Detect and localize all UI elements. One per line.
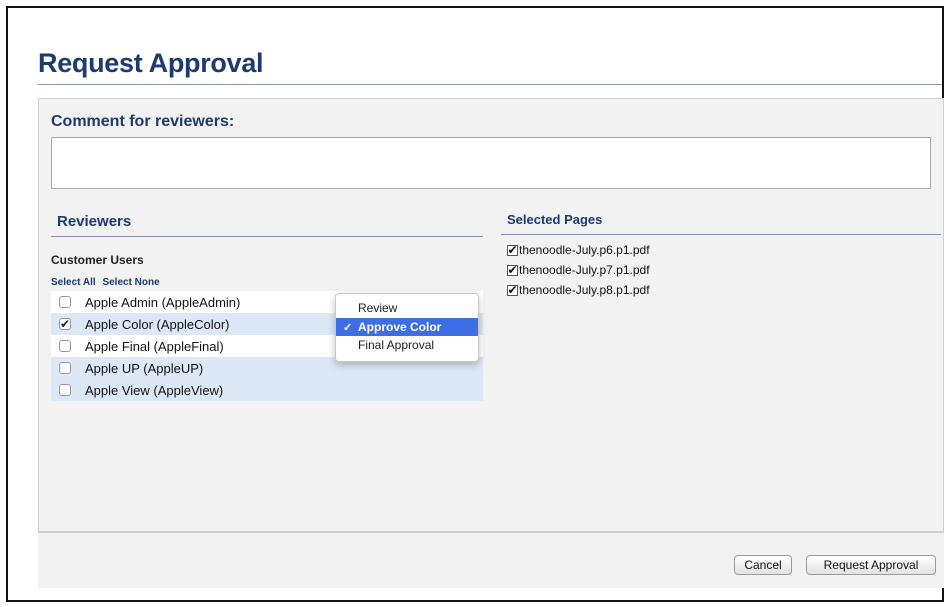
reviewers-divider (51, 236, 483, 237)
page-label: thenoodle-July.p6.p1.pdf (519, 243, 650, 257)
reviewer-label: Apple Final (AppleFinal) (85, 338, 224, 354)
reviewer-checkbox[interactable] (59, 384, 71, 396)
title-divider (38, 84, 942, 85)
comment-label: Comment for reviewers: (51, 113, 235, 130)
reviewer-checkbox[interactable] (59, 296, 71, 308)
reviewer-checkbox-checked[interactable]: ✔ (59, 318, 71, 330)
select-none-link[interactable]: Select None (102, 277, 159, 288)
selected-pages-divider (501, 234, 941, 235)
reviewer-row[interactable]: Apple View (AppleView) (51, 379, 483, 401)
reviewer-label: Apple View (AppleView) (85, 382, 224, 398)
role-option-final-approval[interactable]: Final Approval (336, 336, 478, 354)
page-row[interactable]: ✔ thenoodle-July.p7.p1.pdf (507, 260, 650, 280)
page-checkbox-checked[interactable]: ✔ (507, 244, 518, 256)
form-panel: Comment for reviewers: Reviewers Selecte… (38, 98, 944, 532)
selection-links: Select All Select None (51, 277, 164, 288)
page-row[interactable]: ✔ thenoodle-July.p6.p1.pdf (507, 240, 650, 260)
select-all-link[interactable]: Select All (51, 277, 96, 288)
dialog-frame: Request Approval Comment for reviewers: … (6, 6, 944, 602)
checkmark-icon: ✓ (343, 321, 353, 334)
page-row[interactable]: ✔ thenoodle-July.p8.p1.pdf (507, 280, 650, 300)
reviewer-checkbox[interactable] (59, 340, 71, 352)
page-title: Request Approval (38, 48, 264, 78)
reviewer-label: Apple Color (AppleColor) (85, 316, 230, 332)
comment-textarea[interactable] (51, 137, 931, 189)
role-option-approve-color[interactable]: ✓ Approve Color (336, 318, 478, 336)
page-checkbox-checked[interactable]: ✔ (507, 264, 518, 276)
role-popup-menu: Review ✓ Approve Color Final Approval (335, 293, 479, 362)
selected-pages-heading: Selected Pages (507, 212, 603, 227)
reviewer-label: Apple Admin (AppleAdmin) (85, 294, 241, 310)
request-approval-button[interactable]: Request Approval (806, 555, 936, 575)
page-checkbox-checked[interactable]: ✔ (507, 284, 518, 296)
reviewer-label: Apple UP (AppleUP) (85, 360, 204, 376)
page-label: thenoodle-July.p8.p1.pdf (519, 283, 650, 297)
reviewers-heading: Reviewers (57, 213, 132, 230)
cancel-button[interactable]: Cancel (734, 555, 792, 575)
customer-users-label: Customer Users (51, 253, 144, 267)
dialog-footer: Cancel Request Approval (38, 532, 944, 588)
page-label: thenoodle-July.p7.p1.pdf (519, 263, 650, 277)
role-option-review[interactable]: Review (336, 299, 478, 317)
selected-pages-list: ✔ thenoodle-July.p6.p1.pdf ✔ thenoodle-J… (507, 240, 650, 300)
reviewer-checkbox[interactable] (59, 362, 71, 374)
